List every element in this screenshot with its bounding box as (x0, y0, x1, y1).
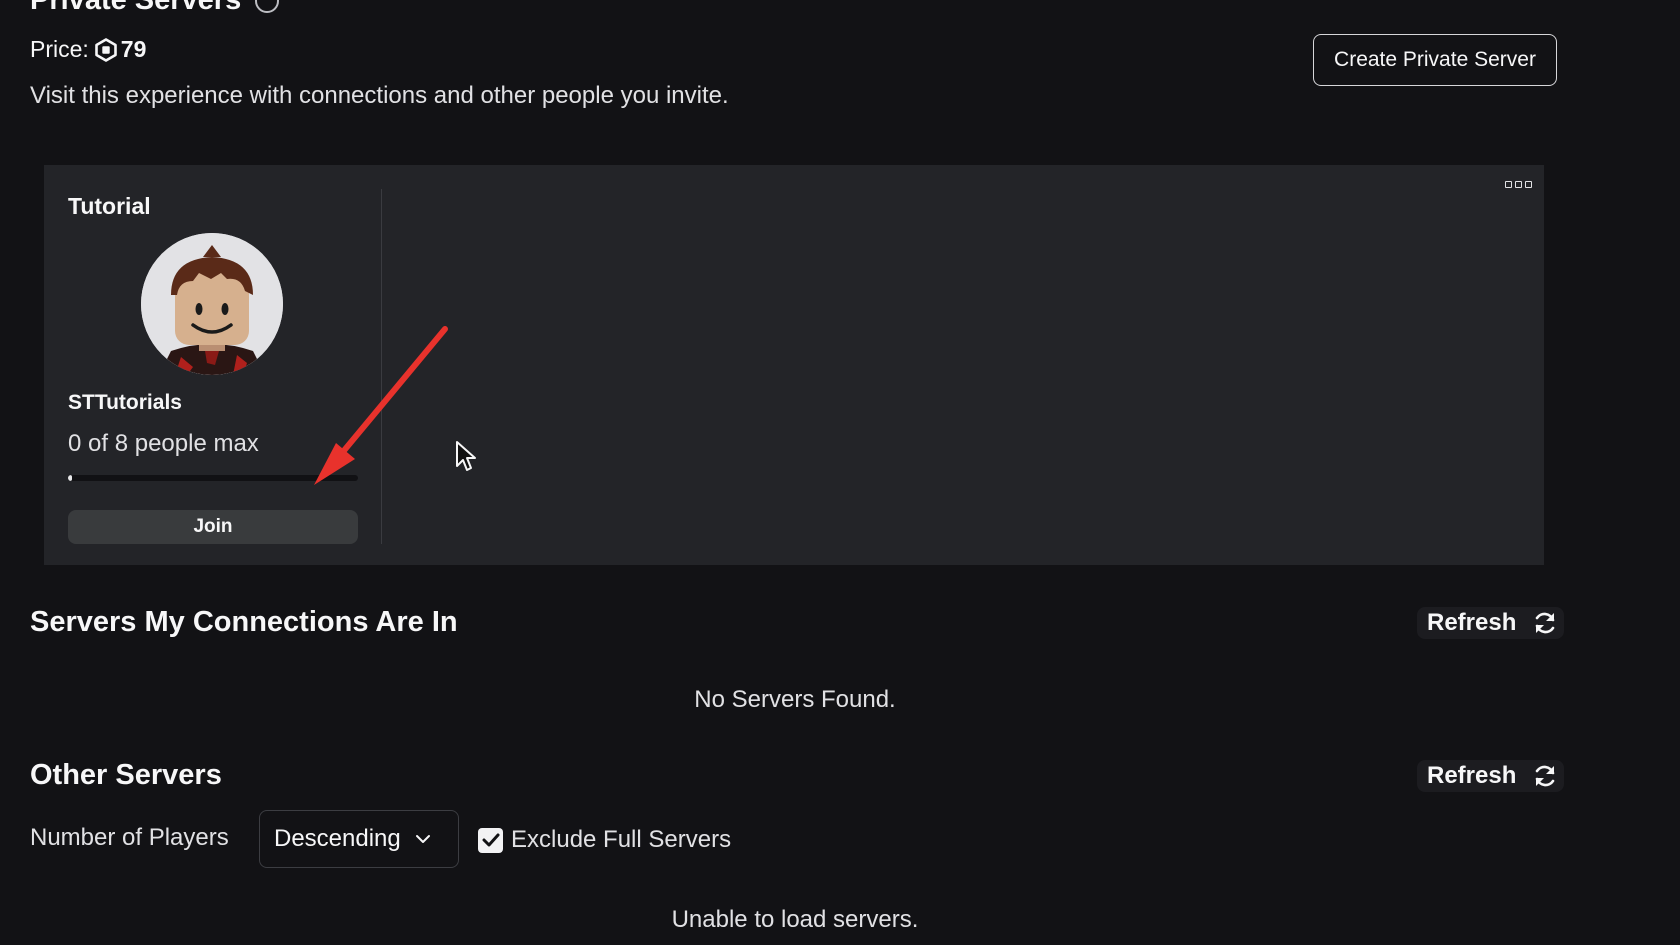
sort-order-dropdown[interactable]: Descending (259, 810, 459, 868)
private-server-list: Tutorial STTutorials 0 of 8 people max J… (44, 165, 1544, 565)
checkmark-icon (482, 833, 499, 847)
exclude-full-servers-checkbox[interactable] (478, 827, 503, 853)
price-label: Price: (30, 36, 89, 62)
connections-empty-message: No Servers Found. (694, 686, 896, 713)
refresh-icon (1536, 612, 1555, 634)
price-row: Price: 79 (30, 36, 146, 63)
server-name: Tutorial (68, 193, 151, 219)
other-servers-refresh-button[interactable]: Refresh (1417, 760, 1565, 792)
server-capacity-bar (68, 475, 358, 481)
private-servers-heading: Private Servers (30, 0, 280, 17)
other-servers-status-message: Unable to load servers. (671, 906, 919, 933)
more-options-icon[interactable] (1505, 181, 1532, 188)
server-capacity-text: 0 of 8 people max (68, 430, 259, 457)
sort-order-value: Descending (274, 825, 401, 852)
exclude-full-servers-label: Exclude Full Servers (511, 826, 732, 853)
server-owner-name[interactable]: STTutorials (68, 391, 182, 415)
private-server-card: Tutorial STTutorials 0 of 8 people max J… (68, 193, 358, 544)
create-private-server-button[interactable]: Create Private Server (1313, 34, 1557, 86)
private-servers-title: Private Servers (30, 0, 242, 16)
refresh-label: Refresh (1427, 762, 1517, 789)
chevron-down-icon (415, 835, 430, 843)
price-value: 79 (120, 36, 147, 62)
server-capacity-bar-start (68, 475, 72, 481)
robux-icon (94, 37, 117, 62)
mouse-cursor-icon (456, 441, 476, 471)
sort-filter-label: Number of Players (30, 824, 229, 851)
other-servers-title: Other Servers (30, 759, 222, 791)
refresh-icon (1536, 765, 1555, 787)
refresh-label: Refresh (1427, 609, 1517, 636)
connections-servers-title: Servers My Connections Are In (30, 606, 458, 638)
info-icon[interactable] (255, 0, 280, 13)
private-servers-description: Visit this experience with connections a… (30, 82, 729, 109)
exclude-full-servers-toggle[interactable]: Exclude Full Servers (478, 826, 731, 854)
join-button[interactable]: Join (68, 510, 358, 544)
card-divider (381, 189, 382, 544)
connections-refresh-button[interactable]: Refresh (1417, 607, 1565, 639)
avatar-image (141, 233, 283, 375)
page: Private Servers Price: 79 Visit this exp… (0, 0, 1680, 945)
avatar[interactable] (141, 233, 283, 375)
